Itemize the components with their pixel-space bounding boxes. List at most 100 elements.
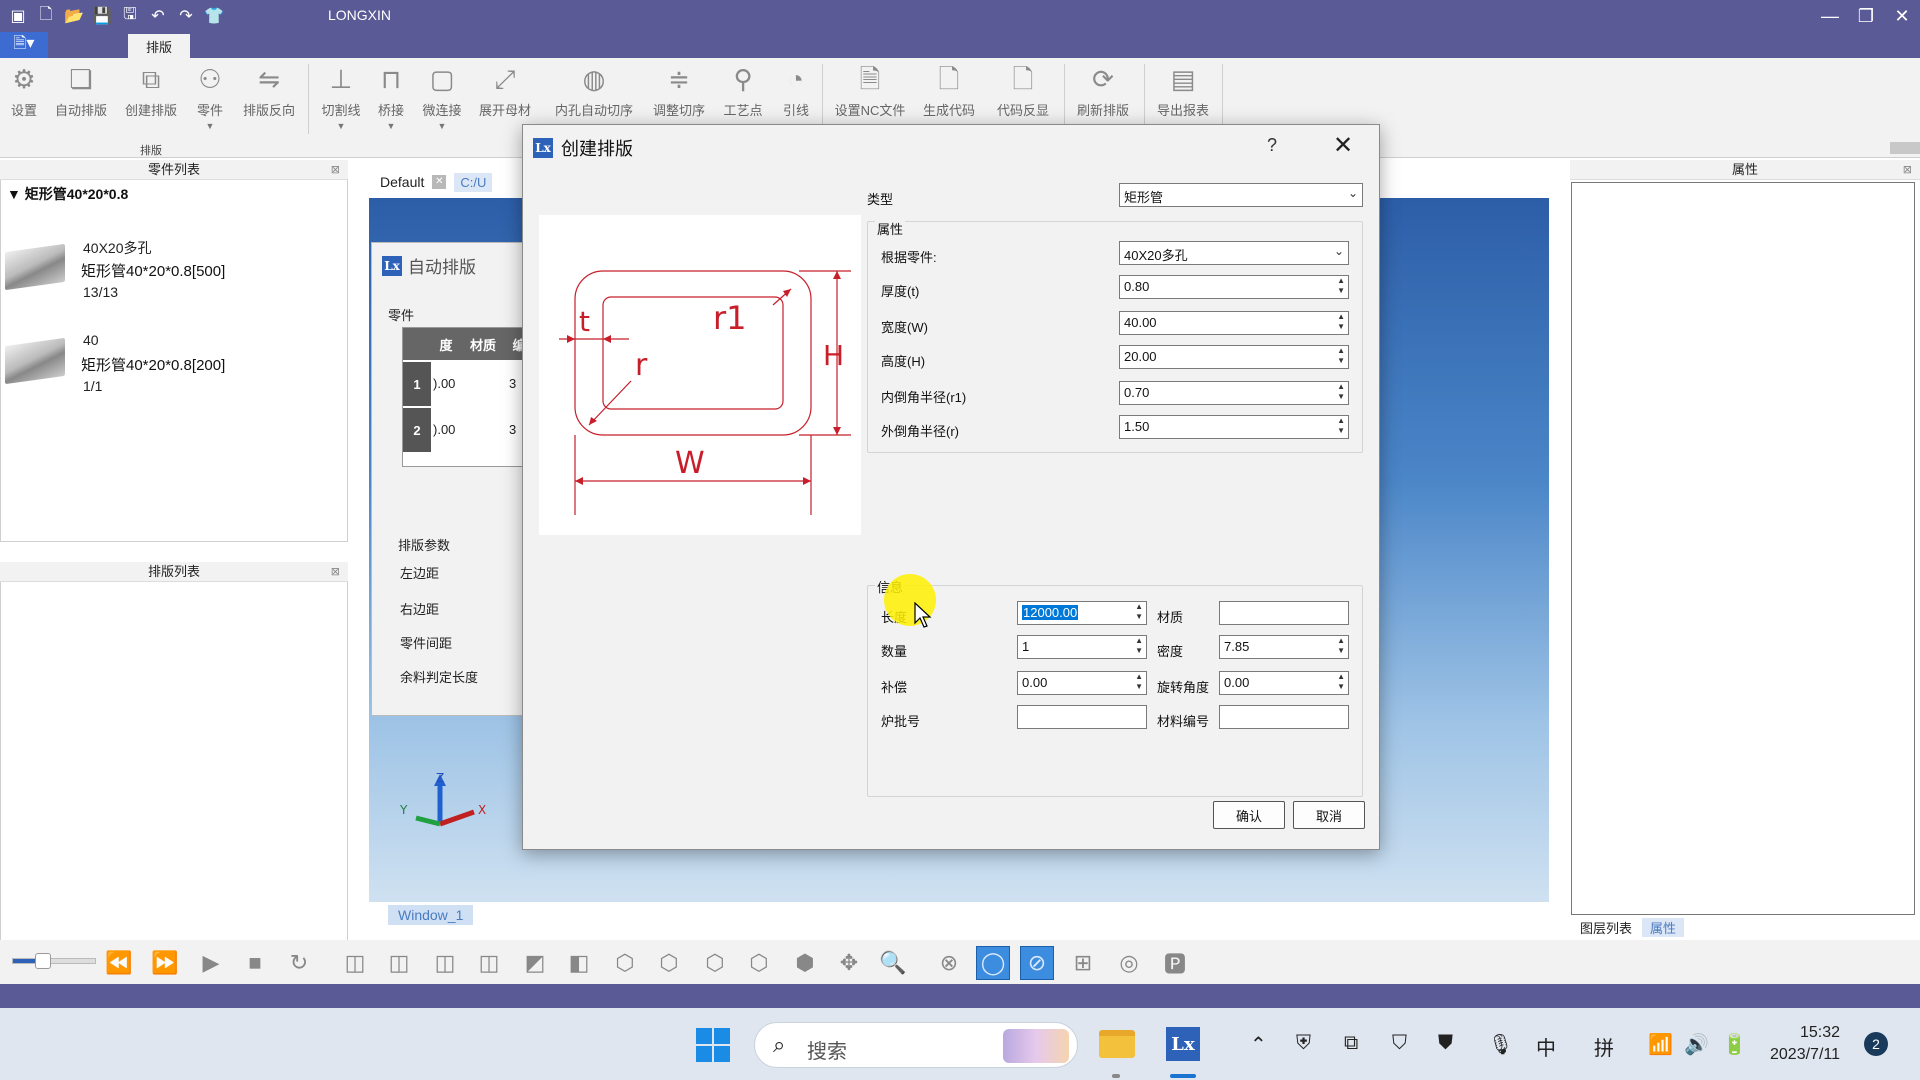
help-button[interactable]: ?	[1267, 135, 1277, 156]
clock[interactable]: 15:32 2023/7/11	[1770, 1022, 1840, 1066]
undo-icon[interactable]: ↶	[146, 4, 170, 28]
view-bottom-icon[interactable]: ◧	[562, 946, 596, 980]
window-tab[interactable]: Window_1	[388, 905, 474, 925]
batch-number-field[interactable]	[1017, 705, 1147, 729]
view-right-icon[interactable]: ◫	[472, 946, 506, 980]
rewind-icon[interactable]: ⏪	[102, 946, 136, 980]
save-as-icon[interactable]: 🖫	[118, 4, 142, 28]
minimize-icon[interactable]: —	[1812, 0, 1848, 32]
restore-icon[interactable]: ❐	[1848, 0, 1884, 32]
wireframe-icon[interactable]: ⊗	[932, 946, 966, 980]
micro-joint-button[interactable]: ▢ 微连接 ▼	[418, 62, 466, 131]
spinner-arrows-icon[interactable]: ▲ ▼	[1337, 276, 1345, 296]
tab-properties[interactable]: 属性	[1642, 918, 1685, 937]
material-number-field[interactable]	[1219, 705, 1349, 729]
panel-close-icon[interactable]: ⊠	[1903, 160, 1912, 180]
taskbar-search[interactable]: ⌕ 搜索	[754, 1022, 1078, 1068]
settings-button[interactable]: ⚙ 设置	[6, 62, 42, 119]
view-iso2-icon[interactable]: ⬡	[652, 946, 686, 980]
based-on-part-select[interactable]: 40X20多孔 ⌄	[1119, 241, 1349, 265]
lead-line-button[interactable]: ◔ 引线	[776, 62, 816, 119]
refresh-nest-button[interactable]: ⟳ 刷新排版	[1072, 62, 1134, 119]
spinner-arrows-icon[interactable]: ▲ ▼	[1135, 672, 1143, 692]
vpn-icon[interactable]: ⛊	[1438, 1032, 1453, 1055]
quantity-input[interactable]: 1 ▲ ▼	[1017, 635, 1147, 659]
part-button[interactable]: ⚇ 零件 ▼	[190, 62, 230, 131]
wifi-icon[interactable]: 📶	[1648, 1032, 1673, 1057]
speed-slider[interactable]	[12, 953, 96, 969]
zoom-icon[interactable]: 🔍	[876, 946, 910, 980]
adjust-order-button[interactable]: ≑ 调整切序	[648, 62, 710, 119]
reset-icon[interactable]: ↻	[282, 946, 316, 980]
hole-auto-order-button[interactable]: ◍ 内孔自动切序	[548, 62, 640, 119]
play-icon[interactable]: ▶	[194, 946, 228, 980]
code-display-button[interactable]: 🗋 代码反显	[992, 62, 1054, 119]
visibility-icon[interactable]: ◎	[1112, 946, 1146, 980]
spinner-arrows-icon[interactable]: ▲ ▼	[1337, 636, 1345, 656]
generate-code-button[interactable]: 🗋 生成代码	[918, 62, 980, 119]
row-number[interactable]: 2	[403, 408, 431, 452]
longxin-app-icon[interactable]: Lx	[1162, 1024, 1204, 1064]
spinner-arrows-icon[interactable]: ▲ ▼	[1337, 312, 1345, 332]
length-input[interactable]: 12000.00 ▲ ▼	[1017, 601, 1147, 625]
view-back-icon[interactable]: ◫	[382, 946, 416, 980]
export-report-button[interactable]: ▤ 导出报表	[1152, 62, 1214, 119]
p-icon[interactable]: 🅿	[1158, 946, 1192, 980]
confirm-button[interactable]: 确认	[1213, 801, 1285, 829]
process-point-button[interactable]: ⚲ 工艺点	[718, 62, 768, 119]
cut-line-button[interactable]: ⊥ 切割线 ▼	[316, 62, 366, 131]
rotate-icon[interactable]: ✥	[832, 946, 866, 980]
view-iso4-icon[interactable]: ⬡	[742, 946, 776, 980]
outer-radius-input[interactable]: 1.50 ▲ ▼	[1119, 415, 1349, 439]
compensation-input[interactable]: 0.00 ▲ ▼	[1017, 671, 1147, 695]
spinner-arrows-icon[interactable]: ▲ ▼	[1135, 636, 1143, 656]
ime-chinese[interactable]: 中	[1536, 1032, 1556, 1061]
width-input[interactable]: 40.00 ▲ ▼	[1119, 311, 1349, 335]
bridge-button[interactable]: ⊓ 桥接 ▼	[372, 62, 410, 131]
new-file-icon[interactable]: 🗋	[34, 4, 58, 28]
density-input[interactable]: 7.85 ▲ ▼	[1219, 635, 1349, 659]
spinner-arrows-icon[interactable]: ▲ ▼	[1135, 602, 1143, 622]
ribbon-scroll-button[interactable]	[1890, 142, 1920, 154]
windows-start-icon[interactable]	[696, 1028, 730, 1062]
reverse-nest-button[interactable]: ⇋ 排版反向	[238, 62, 300, 119]
material-field[interactable]	[1219, 601, 1349, 625]
shirt-icon[interactable]: 👕	[202, 4, 226, 28]
list-item[interactable]: 40X20多孔 矩形管40*20*0.8[500] 13/13	[5, 238, 335, 318]
redo-icon[interactable]: ↷	[174, 4, 198, 28]
tab-default[interactable]: Default	[380, 174, 424, 190]
view-iso1-icon[interactable]: ⬡	[608, 946, 642, 980]
file-menu-button[interactable]: 🗎▾	[0, 32, 48, 58]
file-explorer-icon[interactable]	[1096, 1024, 1138, 1064]
close-icon[interactable]: ✕	[1333, 131, 1353, 160]
height-input[interactable]: 20.00 ▲ ▼	[1119, 345, 1349, 369]
battery-icon[interactable]: 🔋	[1722, 1032, 1747, 1057]
stop-icon[interactable]: ■	[238, 946, 272, 980]
spinner-arrows-icon[interactable]: ▲ ▼	[1337, 672, 1345, 692]
hide-icon[interactable]: ⊘	[1020, 946, 1054, 980]
panel-close-icon[interactable]: ⊠	[331, 562, 340, 582]
cube-icon[interactable]: ⬢	[788, 946, 822, 980]
chevron-up-icon[interactable]: ⌃	[1250, 1032, 1267, 1057]
device-icon[interactable]: ⧉	[1344, 1032, 1358, 1055]
list-item[interactable]: 40 矩形管40*20*0.8[200] 1/1	[5, 332, 335, 412]
spinner-arrows-icon[interactable]: ▲ ▼	[1337, 346, 1345, 366]
create-nest-button[interactable]: ⧉ 创建排版	[120, 62, 182, 119]
shaded-icon[interactable]: ◯	[976, 946, 1010, 980]
open-folder-icon[interactable]: 📂	[62, 4, 86, 28]
defender-icon[interactable]: ⛉	[1392, 1032, 1407, 1055]
set-nc-file-button[interactable]: 🗎 设置NC文件	[830, 62, 910, 119]
save-icon[interactable]: 💾	[90, 4, 114, 28]
row-number[interactable]: 1	[403, 362, 431, 406]
ime-pinyin[interactable]: 拼	[1594, 1032, 1614, 1061]
security-shield-icon[interactable]: ⛨	[1296, 1032, 1311, 1055]
panel-close-icon[interactable]: ⊠	[331, 160, 340, 180]
fast-forward-icon[interactable]: ⏩	[148, 946, 182, 980]
view-iso3-icon[interactable]: ⬡	[698, 946, 732, 980]
view-top-icon[interactable]: ◩	[518, 946, 552, 980]
volume-icon[interactable]: 🔊	[1684, 1032, 1709, 1057]
tree-root-item[interactable]: ▼ 矩形管40*20*0.8	[7, 184, 128, 204]
thickness-input[interactable]: 0.80 ▲ ▼	[1119, 275, 1349, 299]
cancel-button[interactable]: 取消	[1293, 801, 1365, 829]
spinner-arrows-icon[interactable]: ▲ ▼	[1337, 382, 1345, 402]
